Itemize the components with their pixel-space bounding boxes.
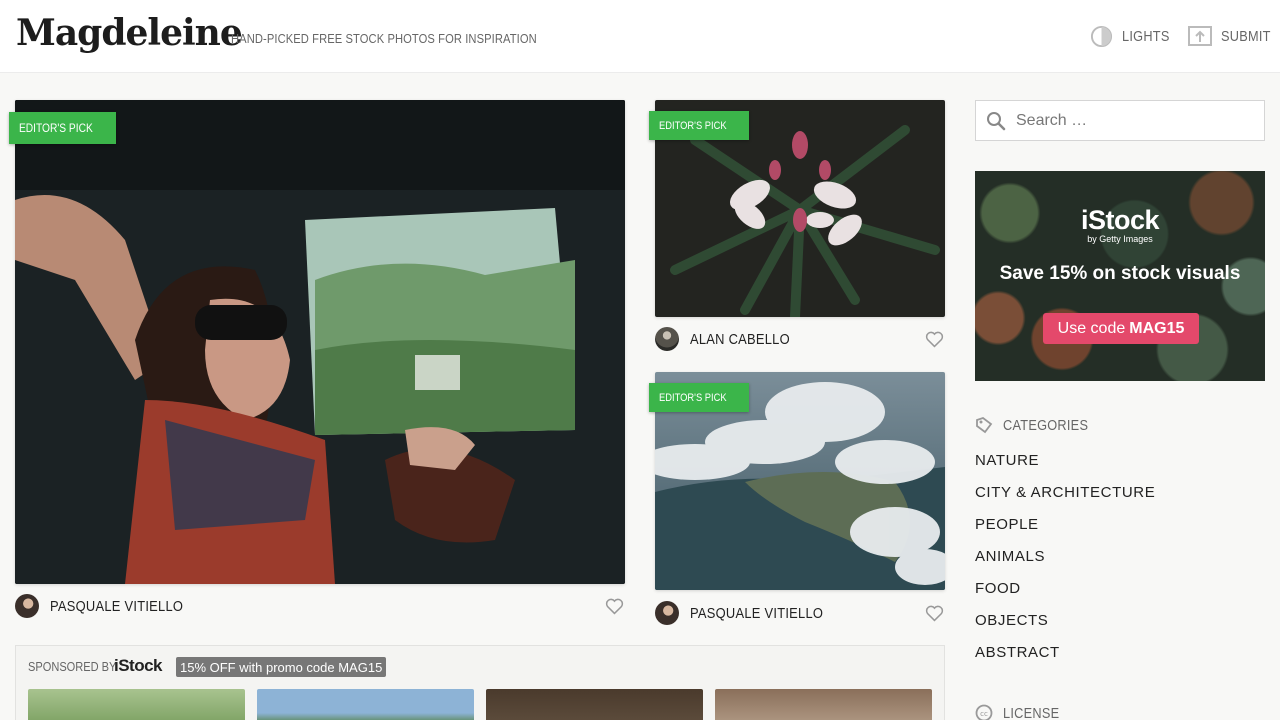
category-link-city-architecture[interactable]: CITY & ARCHITECTURE <box>975 484 1155 501</box>
author-name: PASQUALE VITIELLO <box>50 597 184 615</box>
site-header: Magdeleine HAND-PICKED FREE STOCK PHOTOS… <box>0 0 1280 73</box>
category-link-objects[interactable]: OBJECTS <box>975 612 1048 629</box>
category-link-nature[interactable]: NATURE <box>975 452 1039 469</box>
sponsored-thumbnail[interactable] <box>257 689 474 720</box>
avatar <box>15 594 39 618</box>
category-link-food[interactable]: FOOD <box>975 580 1021 597</box>
lights-icon <box>1090 25 1113 47</box>
author-name: PASQUALE VITIELLO <box>690 604 824 622</box>
heart-icon[interactable] <box>925 605 944 622</box>
submit-label: SUBMIT <box>1221 27 1271 45</box>
category-link-animals[interactable]: ANIMALS <box>975 548 1045 565</box>
category-link-abstract[interactable]: ABSTRACT <box>975 644 1060 661</box>
photo-card: EDITOR'S PICK ALAN CABELLO <box>649 100 945 355</box>
avatar <box>655 327 679 351</box>
photo-credit[interactable]: ALAN CABELLO <box>655 327 806 351</box>
license-heading: cc LICENSE <box>975 704 1069 720</box>
lights-toggle-button[interactable]: LIGHTS <box>1090 23 1178 49</box>
photo-card: EDITOR'S PICK PASQUALE VITIELLO <box>649 372 945 627</box>
ad-brand: iStock <box>1080 205 1160 235</box>
author-name: ALAN CABELLO <box>690 330 790 348</box>
avatar <box>655 601 679 625</box>
promo-badge[interactable]: 15% OFF with promo code MAG15 <box>176 657 387 677</box>
istock-ad-banner[interactable]: iStock by Getty Images Save 15% on stock… <box>975 171 1265 381</box>
svg-text:cc: cc <box>980 710 988 718</box>
creative-commons-icon: cc <box>975 704 993 720</box>
editors-pick-badge: EDITOR'S PICK <box>9 112 116 144</box>
site-logo[interactable]: Magdeleine <box>16 12 243 54</box>
ad-headline: Save 15% on stock visuals <box>999 263 1241 284</box>
photo-credit[interactable]: PASQUALE VITIELLO <box>15 594 205 618</box>
photo-woman-in-car[interactable] <box>15 100 625 584</box>
photo-image <box>15 100 625 584</box>
ad-cta-button[interactable]: Use code MAG15 <box>1043 313 1199 344</box>
license-title: LICENSE <box>1003 704 1060 720</box>
search-icon <box>987 111 1006 130</box>
search-input[interactable] <box>1016 111 1256 130</box>
sponsored-label: SPONSORED BY <box>28 659 117 674</box>
badge-label: EDITOR'S PICK <box>659 391 727 404</box>
photo-credit[interactable]: PASQUALE VITIELLO <box>655 601 845 625</box>
heart-icon[interactable] <box>605 598 624 615</box>
photo-card: EDITOR'S PICK PASQUALE VITIELLO <box>9 100 625 625</box>
sponsor-logo[interactable]: iStock <box>114 656 163 676</box>
sponsored-thumbnail[interactable] <box>28 689 245 720</box>
lights-label: LIGHTS <box>1122 27 1170 45</box>
cta-prefix: Use code <box>1057 319 1126 337</box>
tag-icon <box>976 416 993 434</box>
sponsored-thumbnail[interactable] <box>486 689 703 720</box>
ad-brand-subtitle: by Getty Images <box>1087 234 1153 244</box>
site-tagline: HAND-PICKED FREE STOCK PHOTOS FOR INSPIR… <box>231 31 537 46</box>
sponsored-strip: SPONSORED BY iStock 15% OFF with promo c… <box>15 645 945 720</box>
sponsored-thumbnail[interactable] <box>715 689 932 720</box>
categories-heading: CATEGORIES <box>975 416 1103 434</box>
categories-title: CATEGORIES <box>1003 416 1089 434</box>
heart-icon[interactable] <box>925 331 944 348</box>
badge-label: EDITOR'S PICK <box>19 121 93 135</box>
editors-pick-badge: EDITOR'S PICK <box>649 383 749 412</box>
editors-pick-badge: EDITOR'S PICK <box>649 111 749 140</box>
cta-code: MAG15 <box>1129 319 1185 337</box>
search-box <box>975 100 1265 141</box>
category-link-people[interactable]: PEOPLE <box>975 516 1039 533</box>
upload-icon <box>1188 26 1212 46</box>
badge-label: EDITOR'S PICK <box>659 119 727 132</box>
submit-button[interactable]: SUBMIT <box>1188 23 1279 49</box>
